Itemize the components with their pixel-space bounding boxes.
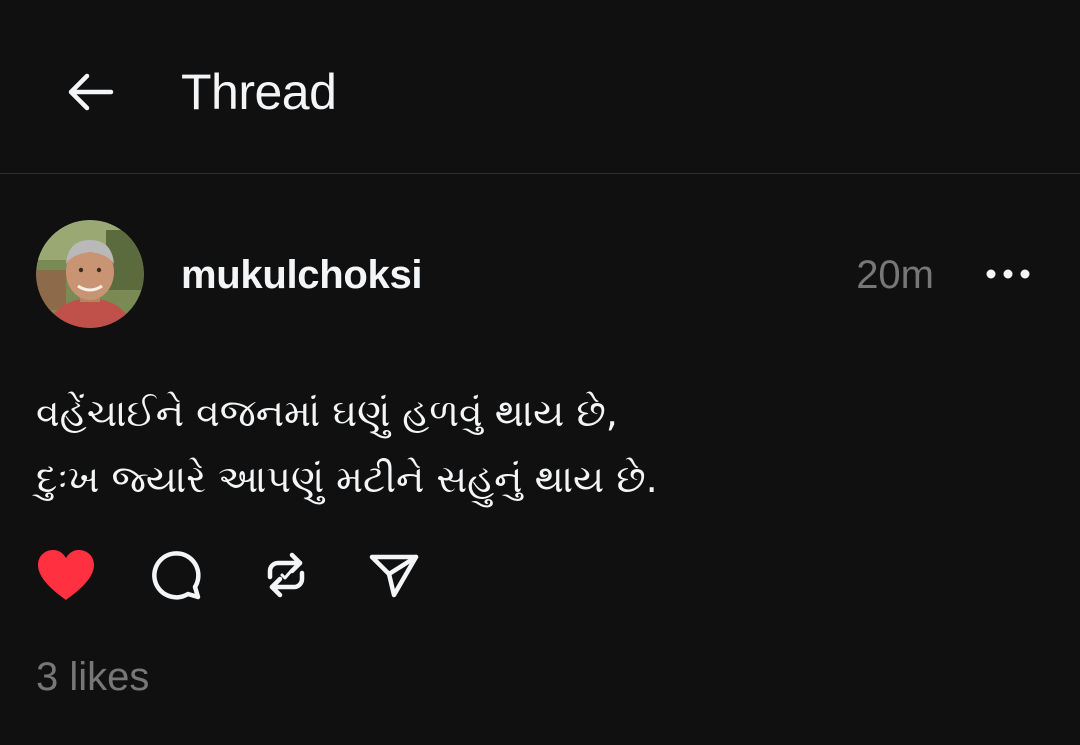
comment-icon	[152, 551, 201, 600]
post-text: વહેંચાઈને વજનમાં ઘણું હળવું થાય છે, દુઃખ…	[36, 391, 658, 501]
more-horizontal-icon	[986, 269, 1030, 279]
share-button[interactable]	[364, 545, 424, 605]
more-options-button[interactable]	[980, 254, 1036, 294]
author-username[interactable]: mukulchoksi	[181, 252, 423, 298]
likes-count[interactable]: 3 likes	[36, 654, 149, 700]
like-button[interactable]	[36, 545, 96, 605]
repost-icon	[267, 552, 305, 598]
avatar[interactable]	[36, 220, 144, 328]
repost-button[interactable]	[256, 545, 316, 605]
arrow-left-icon	[68, 73, 114, 111]
post-timestamp: 20m	[856, 253, 934, 297]
comment-button[interactable]	[146, 545, 206, 605]
top-bar: Thread	[0, 0, 1080, 174]
send-icon	[369, 554, 419, 598]
heart-filled-icon	[38, 550, 94, 600]
profile-photo	[36, 220, 144, 328]
back-button[interactable]	[58, 62, 122, 122]
page-title: Thread	[181, 64, 337, 120]
